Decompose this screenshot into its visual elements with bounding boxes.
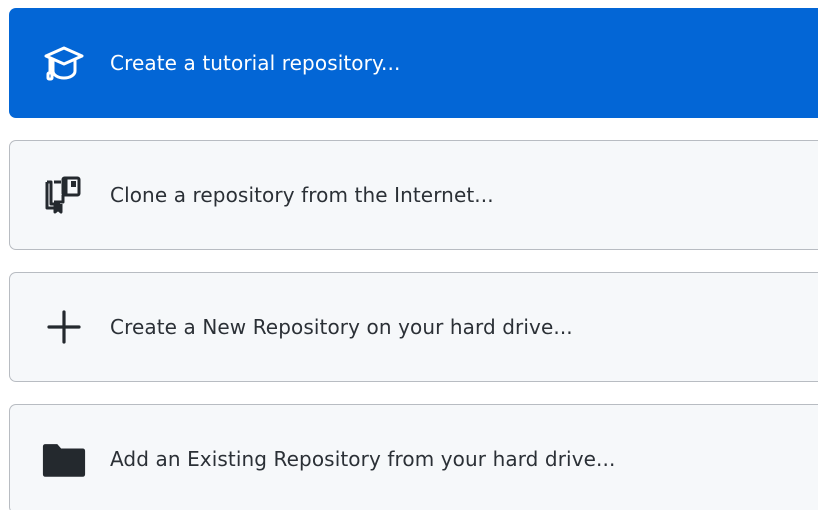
create-new-repository-label: Create a New Repository on your hard dri… — [110, 315, 573, 339]
create-tutorial-repository-button[interactable]: Create a tutorial repository... — [9, 8, 818, 118]
mortarboard-icon — [41, 40, 87, 86]
clone-repository-label: Clone a repository from the Internet... — [110, 183, 494, 207]
plus-icon — [41, 304, 87, 350]
folder-icon — [41, 436, 87, 482]
add-existing-repository-button[interactable]: Add an Existing Repository from your har… — [9, 404, 818, 510]
repository-options-list: Create a tutorial repository... Clone a … — [0, 0, 818, 510]
create-tutorial-repository-label: Create a tutorial repository... — [110, 51, 401, 75]
repo-clone-icon — [41, 172, 87, 218]
clone-repository-button[interactable]: Clone a repository from the Internet... — [9, 140, 818, 250]
create-new-repository-button[interactable]: Create a New Repository on your hard dri… — [9, 272, 818, 382]
add-existing-repository-label: Add an Existing Repository from your har… — [110, 447, 616, 471]
